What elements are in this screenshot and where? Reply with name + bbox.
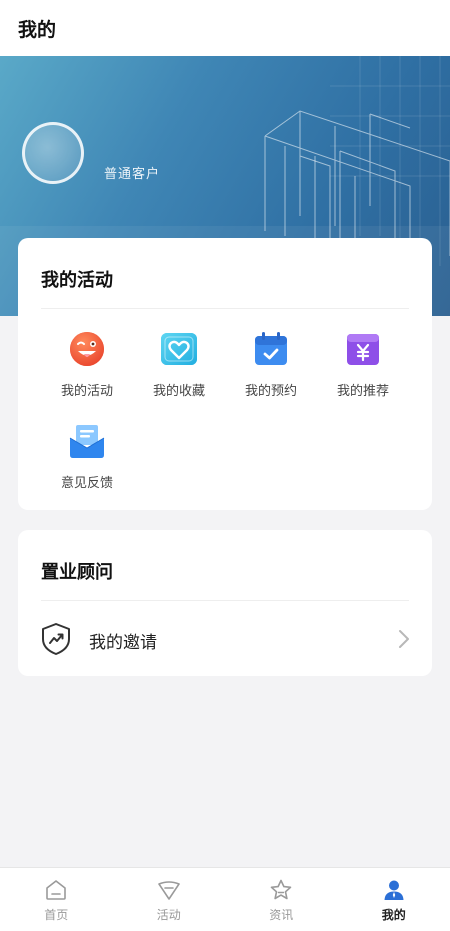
tab-news[interactable]: 资讯 (225, 868, 338, 931)
home-icon (46, 880, 67, 900)
tab-label: 首页 (44, 908, 69, 922)
tab-profile[interactable]: 我的 (338, 868, 450, 931)
activity-item-favorites[interactable]: 我的收藏 (133, 330, 225, 410)
tab-activities[interactable]: 活动 (113, 868, 226, 931)
activities-card: 我的活动 我的活动 我的收藏 我的预约 我的推荐 意见反馈 (18, 238, 432, 510)
user-icon (384, 880, 404, 900)
emoji-face-icon (68, 330, 106, 368)
user-type-label: 普通客户 (104, 167, 161, 182)
feedback-mail-icon (68, 422, 106, 460)
activity-item-recommendations[interactable]: 我的推荐 (317, 330, 409, 410)
avatar[interactable] (22, 122, 84, 184)
advisor-title: 置业顾问 (41, 562, 113, 583)
my-invitations-row[interactable]: 我的邀请 (18, 602, 432, 676)
activity-item-appointments[interactable]: 我的预约 (225, 330, 317, 410)
activity-item-label: 我的预约 (244, 384, 297, 399)
tab-home[interactable]: 首页 (0, 868, 113, 931)
page-title: 我的 (18, 18, 57, 41)
tab-label: 资讯 (269, 908, 294, 922)
activity-item-label: 我的收藏 (152, 384, 205, 399)
activity-item-my-activities[interactable]: 我的活动 (41, 330, 133, 410)
activity-item-feedback[interactable]: 意见反馈 (41, 422, 133, 502)
shield-trend-icon (42, 623, 70, 655)
divider (41, 308, 409, 309)
bottom-tab-bar: 首页 活动 资讯 我的 (0, 867, 450, 931)
star-icon (270, 879, 292, 900)
tab-label: 我的 (381, 908, 406, 922)
heart-icon (160, 330, 198, 368)
activity-icon (157, 881, 180, 900)
calendar-check-icon (252, 330, 290, 368)
activity-item-label: 我的推荐 (336, 384, 389, 399)
my-invitations-label: 我的邀请 (89, 633, 157, 653)
header: 我的 (0, 0, 450, 56)
divider (41, 600, 409, 601)
advisor-card: 置业顾问 我的邀请 (18, 530, 432, 676)
chevron-right-icon (399, 630, 409, 648)
activity-item-label: 我的活动 (60, 384, 113, 399)
tab-label: 活动 (156, 908, 181, 922)
activities-title: 我的活动 (41, 270, 113, 291)
activity-item-label: 意见反馈 (60, 476, 113, 491)
yuan-bag-icon (344, 330, 382, 368)
